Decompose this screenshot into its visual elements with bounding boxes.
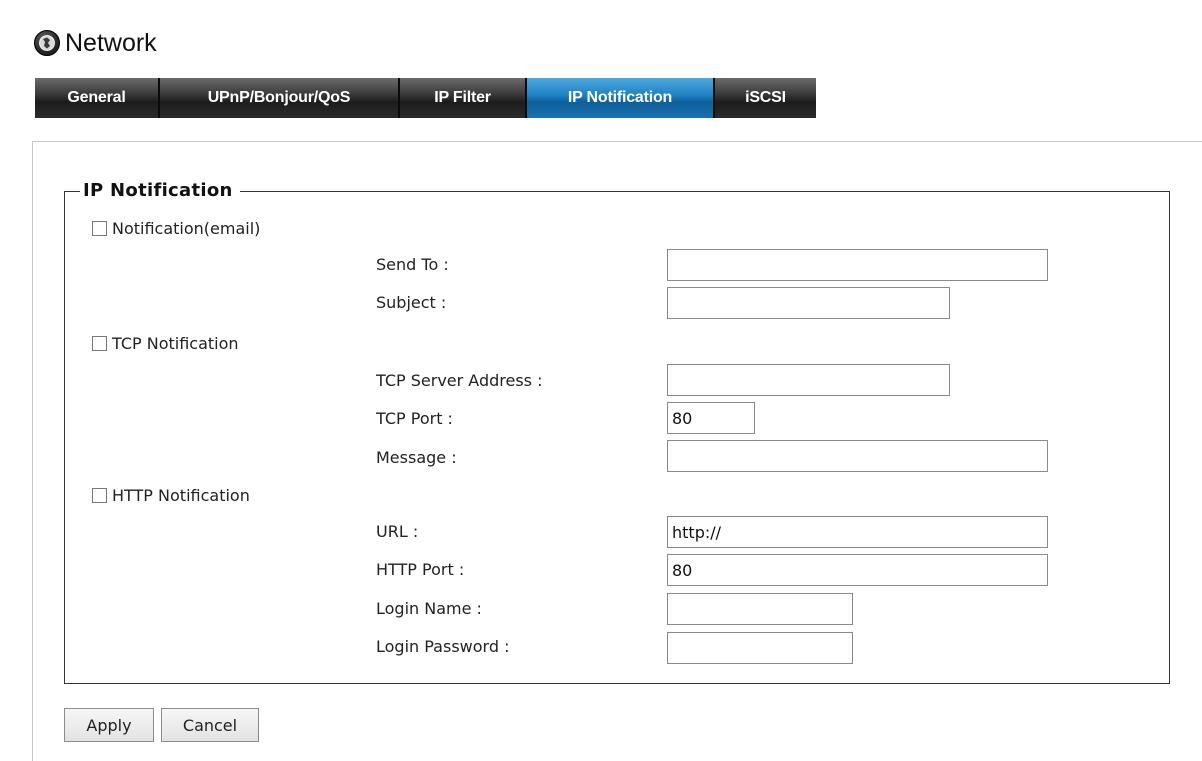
http-notification-label: HTTP Notification [112, 485, 250, 505]
message-label: Message : [376, 448, 457, 467]
cancel-button[interactable]: Cancel [161, 708, 259, 742]
url-label: URL : [376, 522, 419, 541]
message-input[interactable] [667, 440, 1048, 472]
tcp-port-label: TCP Port : [376, 409, 453, 428]
tab-ip-notification[interactable]: IP Notification [527, 78, 715, 118]
send-to-input[interactable] [667, 249, 1048, 281]
subject-label: Subject : [376, 293, 447, 312]
http-notification-checkbox[interactable] [92, 487, 107, 503]
tcp-notification-label: TCP Notification [112, 333, 239, 353]
network-globe-icon [34, 30, 60, 56]
page-title: Network [65, 29, 157, 57]
page-header: Network [34, 28, 157, 58]
email-notification-row: Notification(email) [92, 217, 260, 239]
tcp-notification-checkbox[interactable] [92, 335, 107, 351]
tab-ip-filter[interactable]: IP Filter [400, 78, 527, 118]
tcp-notification-row: TCP Notification [92, 332, 239, 354]
login-password-input[interactable] [667, 632, 853, 664]
tcp-server-address-input[interactable] [667, 364, 950, 396]
url-input[interactable] [667, 516, 1048, 548]
login-password-label: Login Password : [376, 637, 510, 656]
subject-input[interactable] [667, 287, 950, 319]
tab-bar: General UPnP/Bonjour/QoS IP Filter IP No… [35, 78, 816, 118]
tcp-server-address-label: TCP Server Address : [376, 371, 543, 390]
http-notification-row: HTTP Notification [92, 484, 250, 506]
tab-upnp-bonjour-qos[interactable]: UPnP/Bonjour/QoS [160, 78, 400, 118]
email-notification-checkbox[interactable] [92, 220, 107, 236]
fieldset-legend: IP Notification [80, 180, 240, 202]
login-name-label: Login Name : [376, 599, 482, 618]
apply-button[interactable]: Apply [64, 708, 154, 742]
email-notification-label: Notification(email) [112, 218, 261, 238]
http-port-label: HTTP Port : [376, 560, 465, 579]
login-name-input[interactable] [667, 593, 853, 625]
send-to-label: Send To : [376, 255, 449, 274]
tab-general[interactable]: General [35, 78, 160, 118]
tcp-port-input[interactable] [667, 402, 755, 434]
tab-iscsi[interactable]: iSCSI [715, 78, 816, 118]
http-port-input[interactable] [667, 554, 1048, 586]
